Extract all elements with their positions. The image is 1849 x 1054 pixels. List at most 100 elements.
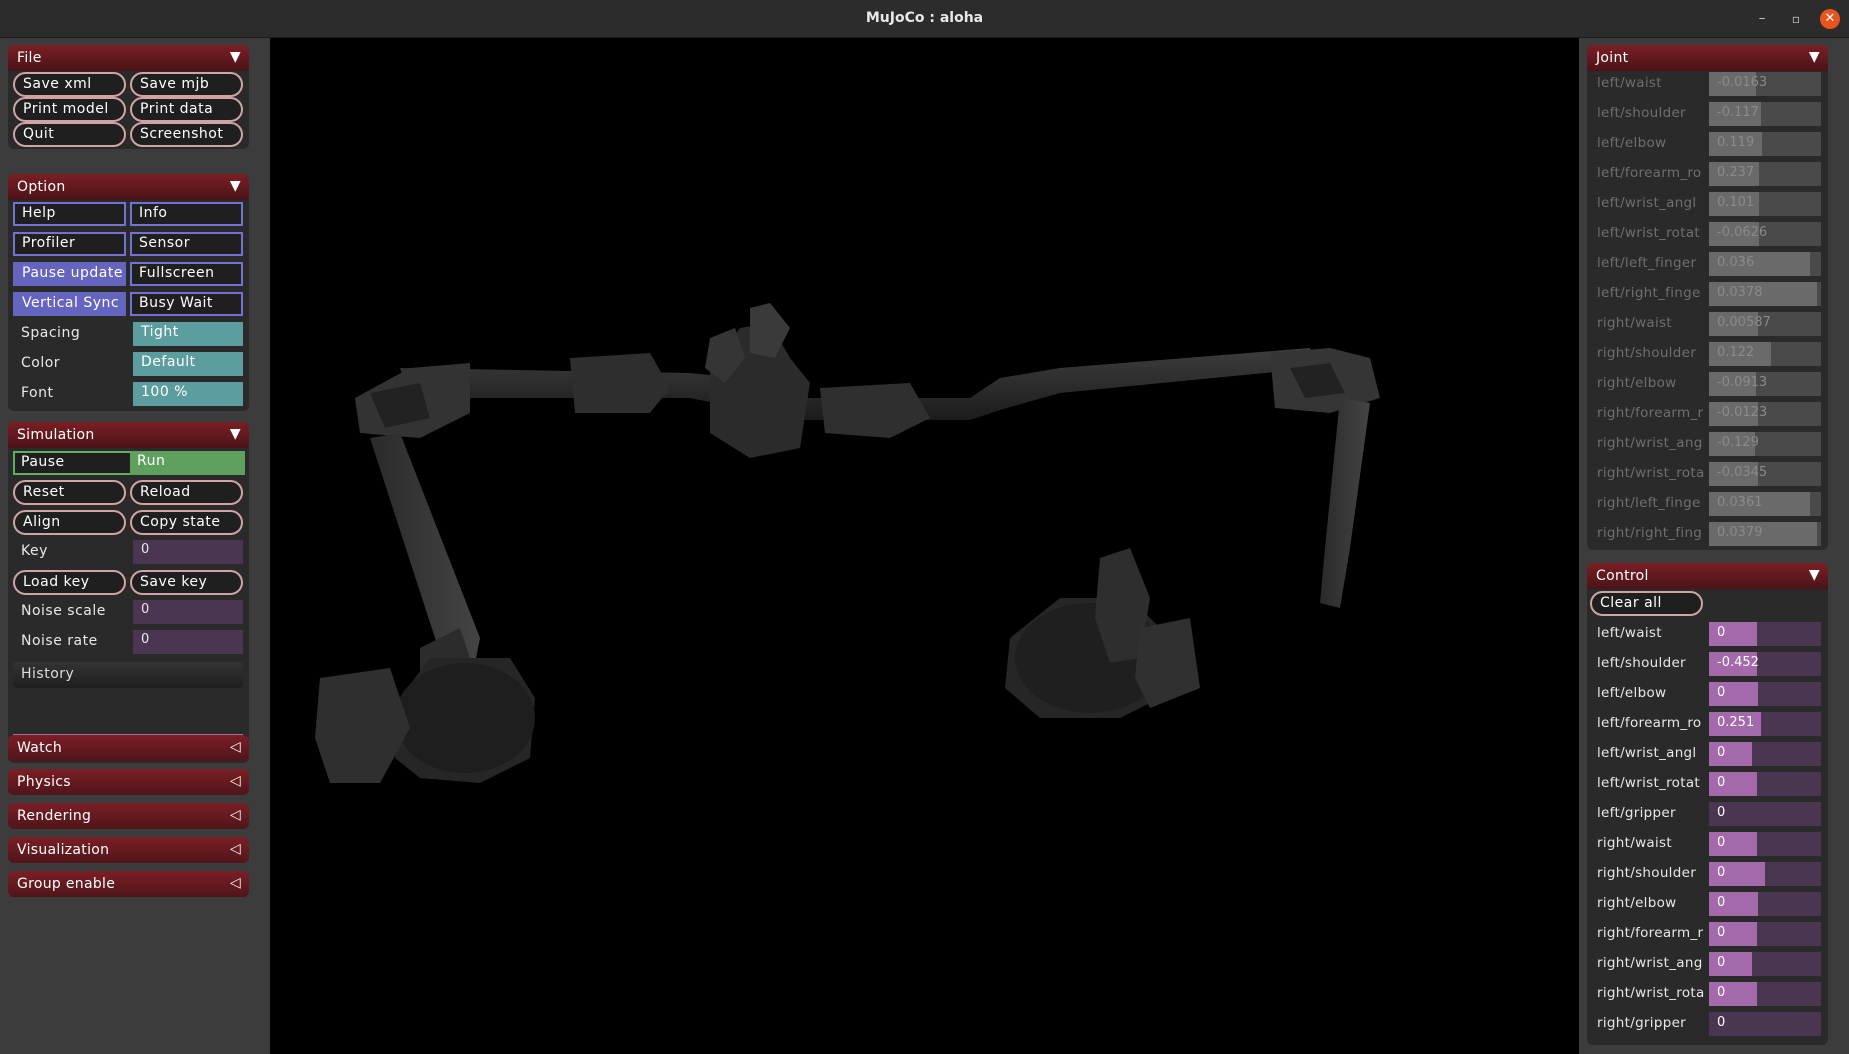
busy-wait-toggle[interactable]: Busy Wait (130, 292, 243, 316)
spacing-select[interactable]: Tight (133, 322, 243, 346)
control-section-header[interactable]: Control ▼ (1587, 563, 1828, 589)
joint-row: right/wrist_rota -0.0345 (1587, 461, 1828, 487)
print-data-button[interactable]: Print data (130, 97, 243, 122)
save-xml-button[interactable]: Save xml (13, 72, 126, 97)
control-slider[interactable]: 0 (1709, 1012, 1821, 1036)
control-slider[interactable]: 0 (1709, 922, 1821, 946)
control-name: left/wrist_angl (1597, 745, 1697, 761)
joint-section-header[interactable]: Joint ▼ (1587, 45, 1828, 71)
expand-triangle-icon[interactable]: ◁ (230, 773, 241, 789)
collapse-triangle-icon[interactable]: ▼ (230, 426, 241, 442)
reload-button[interactable]: Reload (130, 480, 243, 505)
expand-triangle-icon[interactable]: ◁ (230, 739, 241, 755)
simulation-section-header[interactable]: Simulation ▼ (8, 422, 249, 448)
pause-update-toggle[interactable]: Pause update (13, 262, 126, 286)
control-slider[interactable]: 0.251 (1709, 712, 1821, 736)
help-toggle[interactable]: Help (13, 202, 126, 226)
file-section-header[interactable]: File ▼ (8, 45, 249, 71)
save-key-button[interactable]: Save key (130, 570, 243, 595)
control-slider[interactable]: 0 (1709, 682, 1821, 706)
color-label: Color (21, 355, 61, 371)
sensor-toggle[interactable]: Sensor (130, 232, 243, 256)
minimize-icon[interactable]: – (1752, 9, 1772, 29)
run-label[interactable]: Run (130, 451, 245, 475)
expand-triangle-icon[interactable]: ◁ (230, 807, 241, 823)
control-name: left/gripper (1597, 805, 1676, 821)
control-slider[interactable]: 0 (1709, 772, 1821, 796)
control-slider[interactable]: 0 (1709, 802, 1821, 826)
joint-value: 0.036 (1717, 255, 1755, 270)
control-row: left/wrist_angl 0 (1587, 741, 1828, 767)
control-value: 0 (1717, 895, 1726, 910)
option-section-header[interactable]: Option ▼ (8, 174, 249, 200)
control-row: right/forearm_r 0 (1587, 921, 1828, 947)
control-value: 0 (1717, 955, 1726, 970)
control-slider[interactable]: 0 (1709, 982, 1821, 1006)
control-slider[interactable]: 0 (1709, 742, 1821, 766)
screenshot-button[interactable]: Screenshot (130, 122, 243, 147)
joint-section: Joint ▼ left/waist -0.0163 left/shoulder -0… (1587, 45, 1828, 550)
joint-row: right/elbow -0.0913 (1587, 371, 1828, 397)
load-key-button[interactable]: Load key (13, 570, 126, 595)
control-value: -0.452 (1717, 655, 1759, 670)
font-select[interactable]: 100 % (133, 382, 243, 406)
vertical-sync-toggle[interactable]: Vertical Sync (13, 292, 126, 316)
expand-triangle-icon[interactable]: ◁ (230, 841, 241, 857)
noise-scale-slider[interactable]: 0 (133, 600, 243, 624)
joint-name: left/left_finger (1597, 255, 1697, 271)
save-mjb-button[interactable]: Save mjb (130, 72, 243, 97)
profiler-toggle[interactable]: Profiler (13, 232, 126, 256)
fullscreen-toggle[interactable]: Fullscreen (130, 262, 243, 286)
visualization-section: Visualization ◁ (8, 837, 249, 863)
control-row: left/forearm_ro 0.251 (1587, 711, 1828, 737)
collapse-triangle-icon[interactable]: ▼ (230, 49, 241, 65)
watch-section-header[interactable]: Watch ◁ (8, 735, 249, 761)
rendering-section-header[interactable]: Rendering ◁ (8, 803, 249, 829)
maximize-icon[interactable]: ▫ (1786, 9, 1806, 29)
joint-value: 0.237 (1717, 165, 1755, 180)
visualization-section-title: Visualization (17, 842, 110, 858)
pause-label[interactable]: Pause (21, 454, 65, 470)
control-slider[interactable]: 0 (1709, 862, 1821, 886)
control-slider[interactable]: -0.452 (1709, 652, 1821, 676)
reset-button[interactable]: Reset (13, 480, 126, 505)
joint-section-title: Joint (1596, 50, 1629, 66)
control-slider[interactable]: 0 (1709, 952, 1821, 976)
close-icon[interactable]: ✕ (1820, 9, 1840, 29)
physics-section-header[interactable]: Physics ◁ (8, 769, 249, 795)
visualization-section-header[interactable]: Visualization ◁ (8, 837, 249, 863)
control-name: left/forearm_ro (1597, 715, 1702, 731)
noise-rate-slider[interactable]: 0 (133, 630, 243, 654)
align-button[interactable]: Align (13, 510, 126, 535)
info-toggle[interactable]: Info (130, 202, 243, 226)
clear-all-button[interactable]: Clear all (1590, 591, 1703, 616)
right-ui-panel: Joint ▼ left/waist -0.0163 left/shoulder -0… (1579, 38, 1849, 1054)
key-slider[interactable]: 0 (133, 540, 243, 564)
joint-row: left/wrist_angl 0.101 (1587, 191, 1828, 217)
quit-button[interactable]: Quit (13, 122, 126, 147)
history-header: History (13, 662, 243, 688)
collapse-triangle-icon[interactable]: ▼ (230, 178, 241, 194)
joint-slider: -0.0163 (1709, 72, 1821, 96)
copy-state-button[interactable]: Copy state (130, 510, 243, 535)
control-slider[interactable]: 0 (1709, 832, 1821, 856)
simulation-viewport[interactable] (270, 38, 1579, 1054)
control-row: left/shoulder -0.452 (1587, 651, 1828, 677)
joint-row: left/shoulder -0.117 (1587, 101, 1828, 127)
control-value: 0 (1717, 805, 1726, 820)
collapse-triangle-icon[interactable]: ▼ (1809, 49, 1820, 65)
joint-row: left/elbow 0.119 (1587, 131, 1828, 157)
collapse-triangle-icon[interactable]: ▼ (1809, 567, 1820, 583)
pause-run-toggle[interactable]: Pause Run (13, 451, 245, 475)
print-model-button[interactable]: Print model (13, 97, 126, 122)
color-select[interactable]: Default (133, 352, 243, 376)
option-section: Option ▼ Help Info Profiler Sensor Pause… (8, 174, 249, 411)
joint-name: right/forearm_r (1597, 405, 1704, 421)
joint-slider: -0.129 (1709, 432, 1821, 456)
control-slider[interactable]: 0 (1709, 892, 1821, 916)
file-section: File ▼ Save xml Save mjb Print model Pri… (8, 45, 249, 149)
joint-name: right/left_finge (1597, 495, 1701, 511)
group-enable-section-header[interactable]: Group enable ◁ (8, 871, 249, 897)
control-slider[interactable]: 0 (1709, 622, 1821, 646)
expand-triangle-icon[interactable]: ◁ (230, 875, 241, 891)
